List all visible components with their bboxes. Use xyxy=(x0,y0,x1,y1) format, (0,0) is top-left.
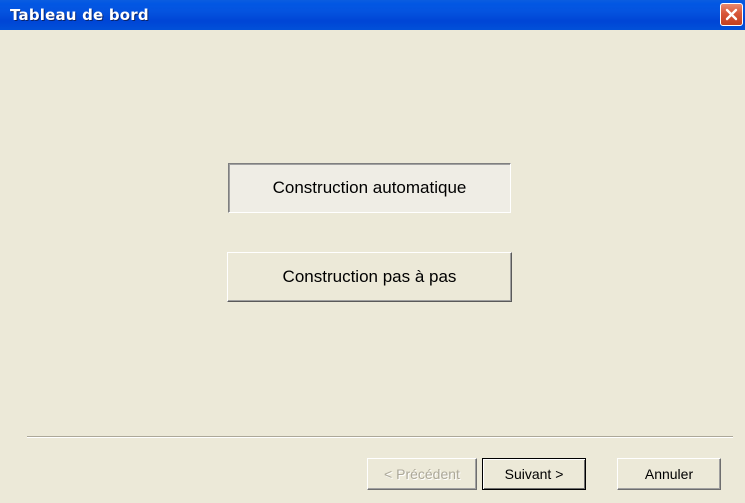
auto-build-button[interactable]: Construction automatique xyxy=(228,163,511,213)
footer-separator xyxy=(27,436,733,438)
window-title: Tableau de bord xyxy=(10,6,149,24)
dialog-window: Tableau de bord Construction automatique… xyxy=(0,0,745,503)
step-build-button[interactable]: Construction pas à pas xyxy=(227,252,512,302)
title-bar[interactable]: Tableau de bord xyxy=(0,0,745,30)
next-button[interactable]: Suivant > xyxy=(482,458,586,490)
close-x-icon xyxy=(725,8,738,21)
cancel-button[interactable]: Annuler xyxy=(617,458,721,490)
close-button[interactable] xyxy=(720,3,743,26)
previous-button[interactable]: < Précédent xyxy=(367,458,477,490)
